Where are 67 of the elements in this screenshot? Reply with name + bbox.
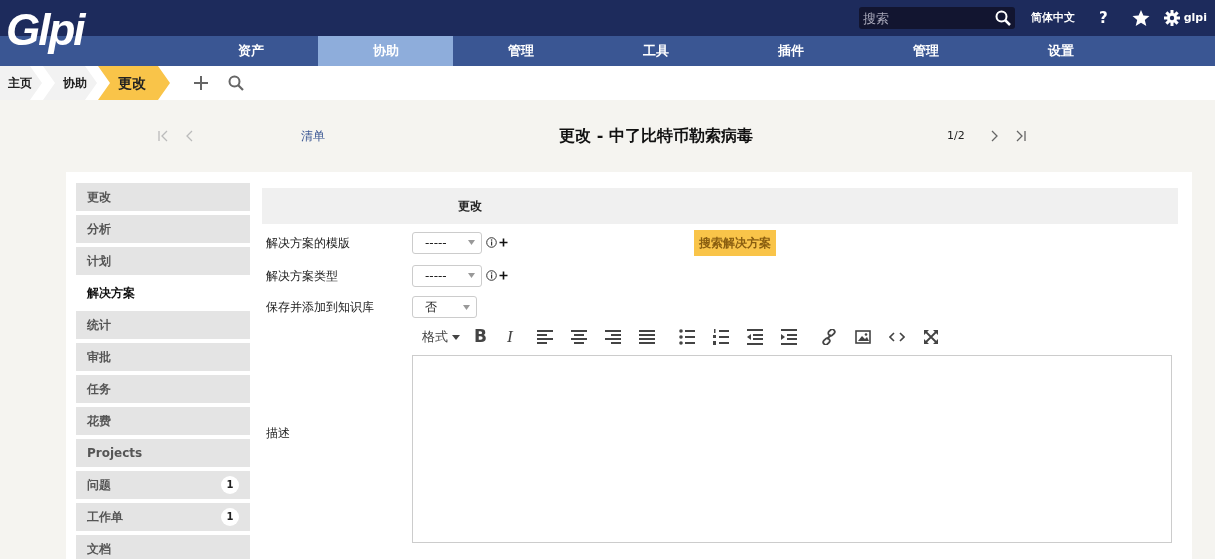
field-label: 描述 xyxy=(266,424,290,442)
logo[interactable]: Glpi xyxy=(6,5,84,54)
breadcrumb-link[interactable]: 协助 xyxy=(43,66,97,100)
count-badge: 1 xyxy=(221,476,239,494)
align-left-icon[interactable] xyxy=(536,329,553,345)
sidebar-tab[interactable]: 文档 xyxy=(76,535,250,559)
menu-tab[interactable]: 管理 xyxy=(858,36,993,66)
page-title: 更改 - 中了比特币勒索病毒 xyxy=(558,125,754,147)
info-icon[interactable] xyxy=(486,237,497,248)
caret-icon xyxy=(463,304,470,310)
breadcrumb-link[interactable]: 更改 xyxy=(98,66,170,100)
link-icon[interactable] xyxy=(820,329,837,345)
sidebar-tab[interactable]: 统计 xyxy=(76,311,250,339)
image-icon[interactable] xyxy=(854,329,871,345)
menu-tab[interactable]: 工具 xyxy=(588,36,723,66)
user-name[interactable]: glpi xyxy=(1183,9,1207,27)
menu-tab[interactable]: 插件 xyxy=(723,36,858,66)
indent-icon[interactable] xyxy=(780,329,797,345)
dropdown-field[interactable]: ----- xyxy=(412,264,482,287)
sidebar-tab[interactable]: 计划 xyxy=(76,247,250,275)
justify-icon[interactable] xyxy=(638,329,655,345)
fullscreen-icon[interactable] xyxy=(922,329,939,345)
page-position: 1/2 xyxy=(947,127,965,144)
caret-icon xyxy=(468,240,475,245)
list-link[interactable]: 清单 xyxy=(301,127,441,145)
align-right-icon[interactable] xyxy=(604,329,621,345)
field-label: 保存并添加到知识库 xyxy=(265,299,375,316)
align-center-icon[interactable] xyxy=(570,329,587,345)
sidebar-tab[interactable]: 任务 xyxy=(76,375,250,403)
caret-icon xyxy=(452,334,460,340)
menu-tab[interactable]: 设置 xyxy=(993,36,1128,66)
last-page-icon[interactable] xyxy=(1015,130,1026,142)
search-icon[interactable] xyxy=(228,75,244,91)
numbered-list-icon[interactable] xyxy=(712,329,729,345)
breadcrumb-link[interactable]: 主页 xyxy=(0,66,42,100)
sidebar-tab[interactable]: 花费 xyxy=(76,407,250,435)
field-label: 解决方案类型 xyxy=(265,267,339,285)
add-icon[interactable] xyxy=(499,238,508,247)
caret-icon xyxy=(468,273,475,278)
sidebar-tab[interactable]: 问题 1 xyxy=(76,471,250,499)
count-badge: 1 xyxy=(221,508,239,526)
bullet-list-icon[interactable] xyxy=(678,329,695,345)
italic-button[interactable]: I xyxy=(506,324,513,350)
outdent-icon[interactable] xyxy=(746,329,763,345)
sidebar-tab[interactable]: 审批 xyxy=(76,343,250,371)
bold-button[interactable]: B xyxy=(474,324,487,350)
help-link[interactable]: ? xyxy=(1099,6,1108,30)
search-solution-button[interactable]: 搜索解决方案 xyxy=(694,229,776,256)
add-icon[interactable] xyxy=(499,271,508,280)
sidebar-tab[interactable]: 分析 xyxy=(76,215,250,243)
format-menu[interactable]: 格式 xyxy=(422,327,460,347)
sidebar-tab[interactable]: Projects xyxy=(76,439,250,467)
search-field[interactable]: 搜索 xyxy=(859,7,1015,29)
search-icon xyxy=(995,10,1011,26)
language-link[interactable]: 简体中文 xyxy=(1031,9,1075,27)
menu-tab[interactable]: 资产 xyxy=(183,36,318,66)
field-label: 解决方案的模版 xyxy=(265,234,351,252)
sidebar-tab[interactable]: 更改 xyxy=(76,183,250,211)
info-icon[interactable] xyxy=(486,270,497,281)
next-icon[interactable] xyxy=(990,130,999,142)
menu-tab[interactable]: 管理 xyxy=(453,36,588,66)
form-header: 更改 xyxy=(458,199,482,213)
sidebar-tab[interactable]: 工作单 1 xyxy=(76,503,250,531)
gear-icon[interactable] xyxy=(1163,10,1180,26)
star-icon[interactable] xyxy=(1131,9,1150,27)
dropdown-field[interactable]: 否 xyxy=(412,296,477,318)
dropdown-field[interactable]: ----- xyxy=(412,231,482,254)
